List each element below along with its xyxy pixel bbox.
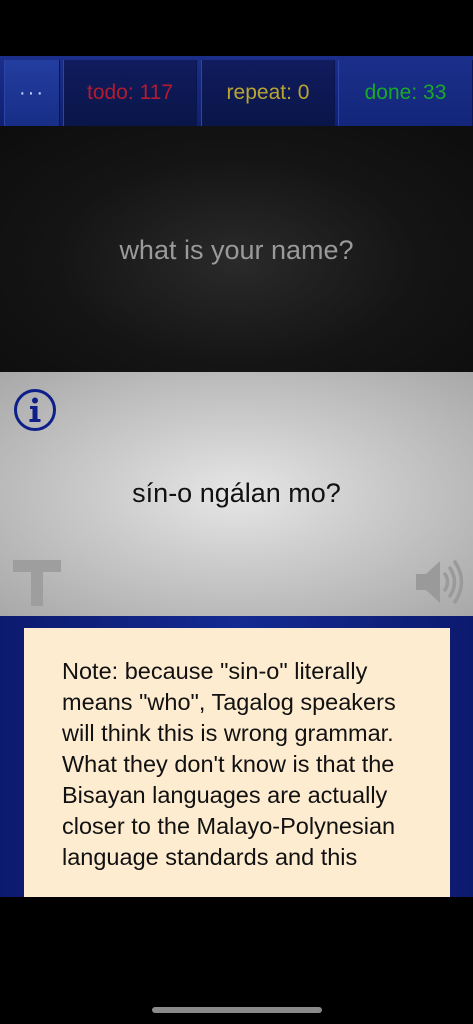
- question-text: what is your name?: [119, 234, 354, 265]
- question-card[interactable]: what is your name?: [0, 126, 473, 372]
- note-card[interactable]: Note: because "sin-o" literally means "w…: [24, 628, 450, 897]
- done-label: done: 33: [364, 81, 447, 104]
- repeat-label: repeat: 0: [226, 81, 310, 104]
- todo-label: todo: 117: [86, 81, 174, 104]
- tab-repeat[interactable]: repeat: 0: [201, 60, 335, 126]
- tab-done[interactable]: done: 33: [338, 60, 473, 126]
- answer-text: sín-o ngálan mo?: [132, 478, 341, 508]
- bottom-bar: [0, 897, 473, 1024]
- status-bar: [0, 0, 473, 56]
- note-text: Note: because "sin-o" literally means "w…: [62, 658, 396, 870]
- tab-todo[interactable]: todo: 117: [63, 60, 197, 126]
- answer-card[interactable]: sín-o ngálan mo?: [0, 372, 473, 616]
- menu-label: ···: [19, 81, 45, 104]
- top-tab-bar: ··· todo: 117 repeat: 0 done: 33: [0, 56, 473, 126]
- menu-button[interactable]: ···: [4, 60, 60, 126]
- speaker-icon[interactable]: [414, 556, 464, 608]
- flashcard-screen: ··· todo: 117 repeat: 0 done: 33 what is…: [0, 0, 473, 1024]
- info-icon[interactable]: [13, 388, 57, 432]
- text-t-icon[interactable]: [12, 558, 62, 608]
- home-indicator[interactable]: [152, 1007, 322, 1013]
- note-area: Note: because "sin-o" literally means "w…: [0, 616, 473, 897]
